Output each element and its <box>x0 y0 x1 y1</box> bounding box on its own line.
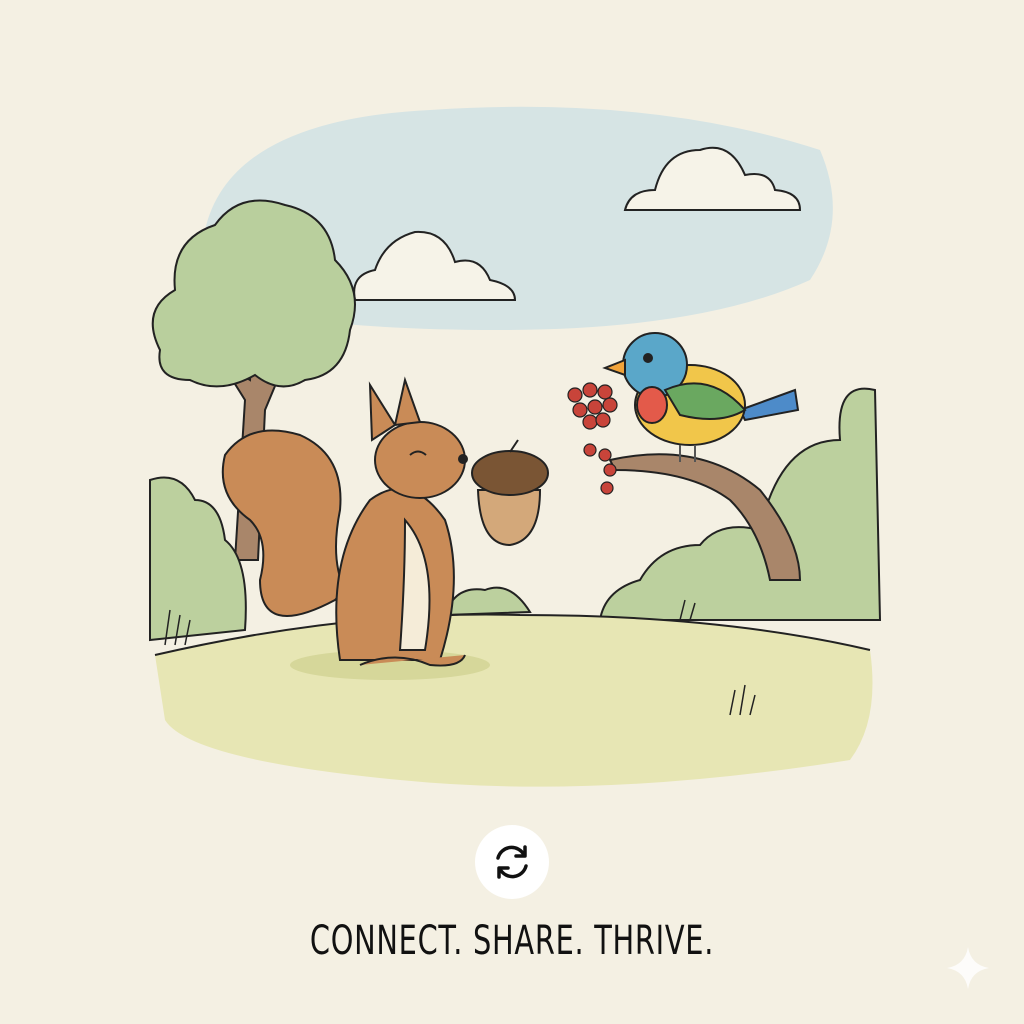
sparkle-icon <box>947 947 989 989</box>
refresh-icon <box>496 845 528 879</box>
ground <box>155 614 873 787</box>
acorn <box>471 439 549 547</box>
berries <box>567 382 618 495</box>
tagline: CONNECT. SHARE. THRIVE. <box>309 918 715 964</box>
refresh-button[interactable] <box>475 825 549 899</box>
bird <box>602 332 800 462</box>
